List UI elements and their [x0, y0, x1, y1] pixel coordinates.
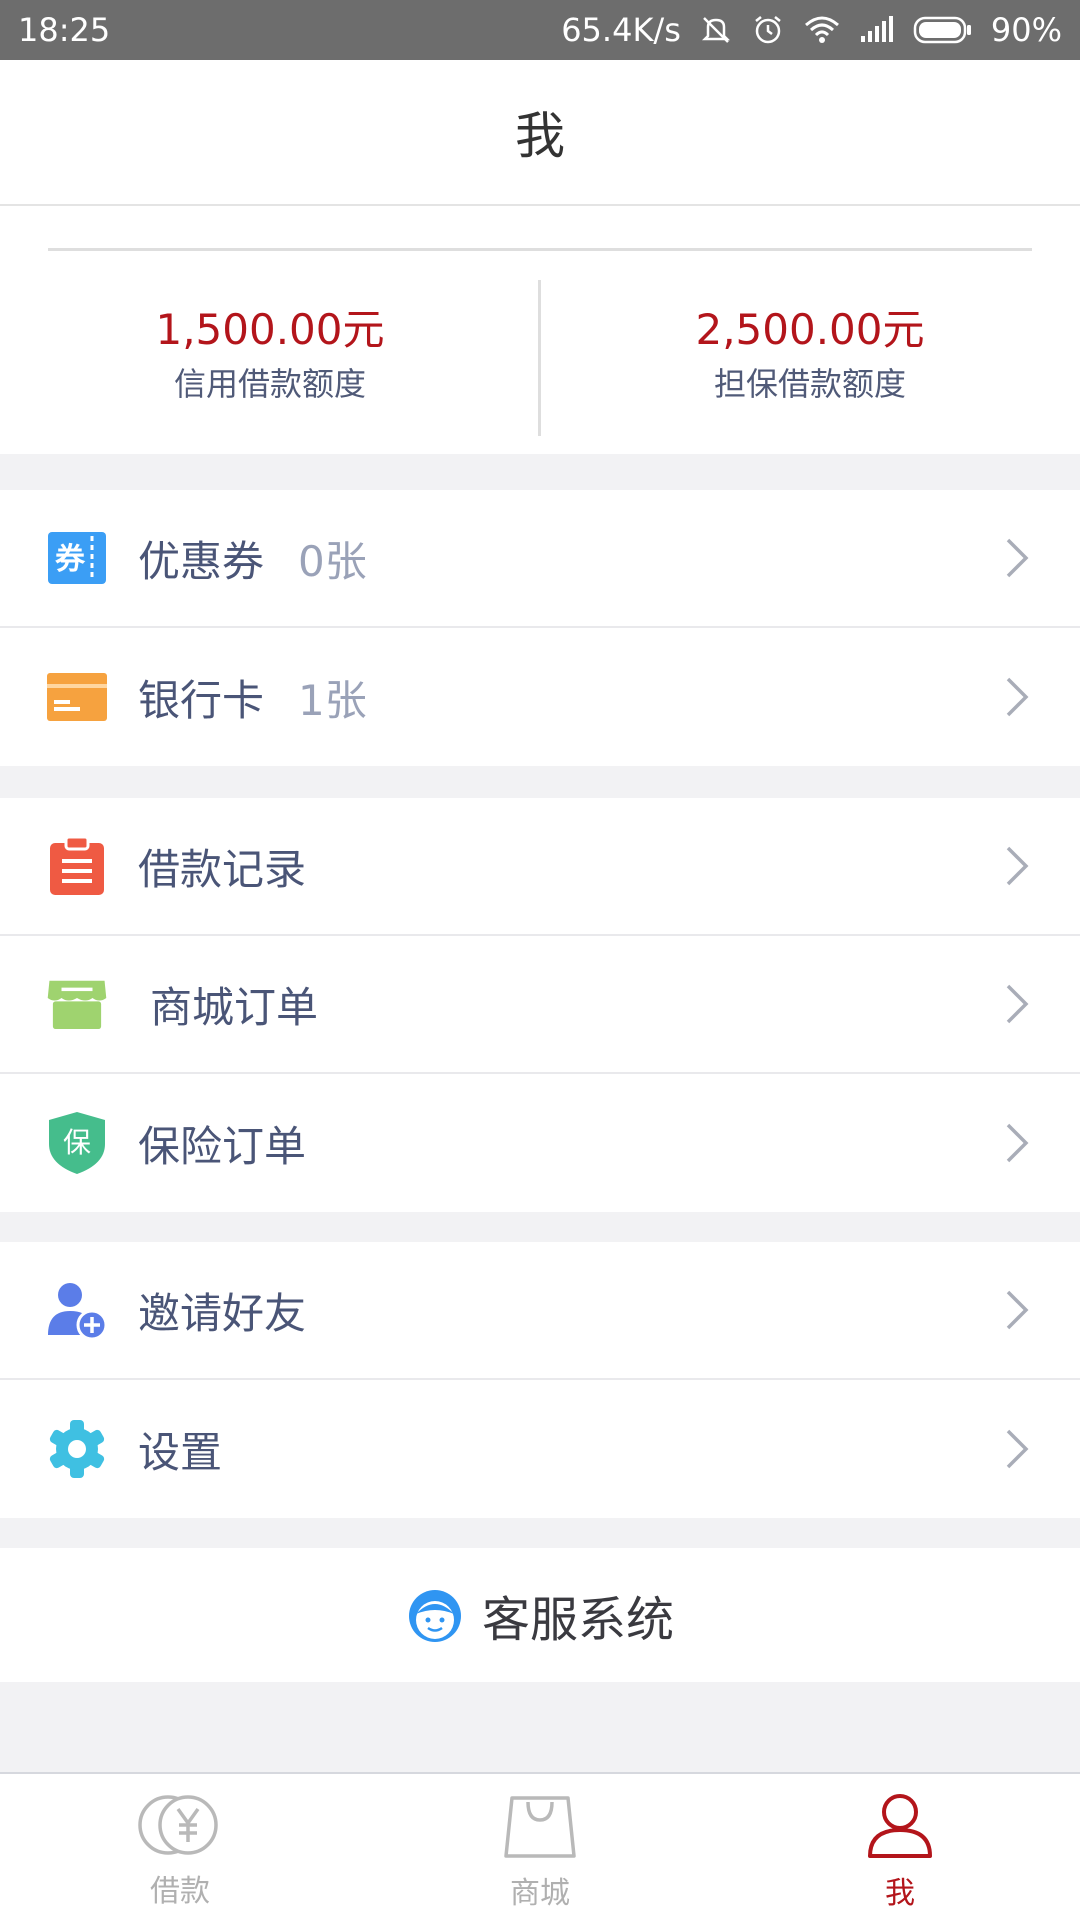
tab-me[interactable]: 我: [720, 1774, 1080, 1920]
bank-card-label: 银行卡: [138, 675, 265, 725]
status-time: 18:25: [18, 11, 111, 49]
tab-loan[interactable]: 借款: [0, 1774, 360, 1920]
menu-item-insurance-orders[interactable]: 保 保险订单: [0, 1074, 1080, 1212]
invite-friends-label: 邀请好友: [138, 1288, 307, 1338]
wifi-icon: [803, 15, 841, 45]
menu-item-settings[interactable]: 设置: [0, 1380, 1080, 1518]
insurance-orders-label: 保险订单: [138, 1121, 307, 1171]
guarantee-loan-label: 担保借款额度: [713, 365, 906, 403]
menu-item-bank-card[interactable]: 银行卡 1张: [0, 628, 1080, 766]
credit-loan-label: 信用借款额度: [173, 365, 366, 403]
mute-icon: [699, 13, 733, 47]
alarm-icon: [751, 13, 785, 47]
coupon-icon: 券: [46, 527, 108, 589]
shield-icon-text: 保: [63, 1126, 91, 1159]
menu-item-invite-friends[interactable]: 邀请好友: [0, 1242, 1080, 1380]
mall-orders-label: 商城订单: [150, 982, 319, 1032]
status-bar: 18:25 65.4K/s 90%: [0, 0, 1080, 60]
menu-item-coupon-label: 优惠券 0张: [138, 528, 367, 589]
menu-item-mall-orders[interactable]: 商城订单: [0, 936, 1080, 1074]
customer-service-label: 客服系统: [481, 1592, 674, 1648]
customer-service-button[interactable]: 客服系统: [0, 1548, 1080, 1682]
settings-label: 设置: [138, 1427, 223, 1477]
credit-loan-limit[interactable]: 1,500.00元 信用借款额度: [0, 302, 540, 406]
chevron-right-icon: [1006, 1290, 1029, 1330]
user-icon: [866, 1792, 934, 1864]
bottom-tab-bar: 借款 商城 我: [0, 1772, 1080, 1920]
page-title: 我: [515, 107, 565, 165]
guarantee-loan-limit[interactable]: 2,500.00元 担保借款额度: [540, 302, 1080, 406]
battery-icon: [913, 15, 973, 45]
account-group: 邀请好友 设置: [0, 1242, 1080, 1518]
credit-summary: 1,500.00元 信用借款额度 2,500.00元 担保借款额度: [0, 206, 1080, 454]
chevron-right-icon: [1006, 1123, 1029, 1163]
chevron-right-icon: [1006, 677, 1029, 717]
guarantee-loan-amount: 2,500.00元: [695, 305, 925, 354]
bank-card-icon: [46, 666, 108, 728]
shield-icon: 保: [46, 1112, 108, 1174]
credit-loan-amount: 1,500.00元: [155, 305, 385, 354]
status-right: 65.4K/s 90%: [561, 11, 1062, 49]
chevron-right-icon: [1006, 1429, 1029, 1469]
network-speed: 65.4K/s: [561, 11, 681, 49]
yen-coin-icon: [138, 1792, 222, 1862]
bank-card-count: 1张: [298, 675, 367, 725]
chevron-right-icon: [1006, 846, 1029, 886]
credit-top-divider: [48, 248, 1032, 251]
chevron-right-icon: [1006, 538, 1029, 578]
wallet-group: 券 优惠券 0张 银行卡 1张: [0, 490, 1080, 766]
clipboard-icon: [46, 835, 108, 897]
svg-text:券: 券: [55, 542, 86, 577]
support-agent-icon: [406, 1582, 464, 1648]
loan-records-label: 借款记录: [138, 844, 307, 894]
tab-mall-label: 商城: [510, 1876, 570, 1911]
menu-item-coupon[interactable]: 券 优惠券 0张: [0, 490, 1080, 628]
tab-mall[interactable]: 商城: [360, 1774, 720, 1920]
coupon-count: 0张: [298, 536, 367, 586]
add-user-icon: [46, 1279, 108, 1341]
menu-item-loan-records[interactable]: 借款记录: [0, 798, 1080, 936]
nav-bar: 我: [0, 60, 1080, 206]
shopping-bag-icon: [502, 1792, 578, 1864]
tab-loan-label: 借款: [150, 1874, 210, 1909]
coupon-label: 优惠券: [138, 536, 265, 586]
shop-icon: [46, 973, 108, 1035]
signal-icon: [859, 16, 895, 44]
chevron-right-icon: [1006, 984, 1029, 1024]
tab-me-label: 我: [885, 1876, 915, 1911]
orders-group: 借款记录 商城订单 保 保险订单: [0, 798, 1080, 1212]
gear-icon: [46, 1418, 108, 1480]
menu-item-bank-card-label: 银行卡 1张: [138, 667, 367, 728]
battery-level: 90%: [990, 11, 1062, 49]
